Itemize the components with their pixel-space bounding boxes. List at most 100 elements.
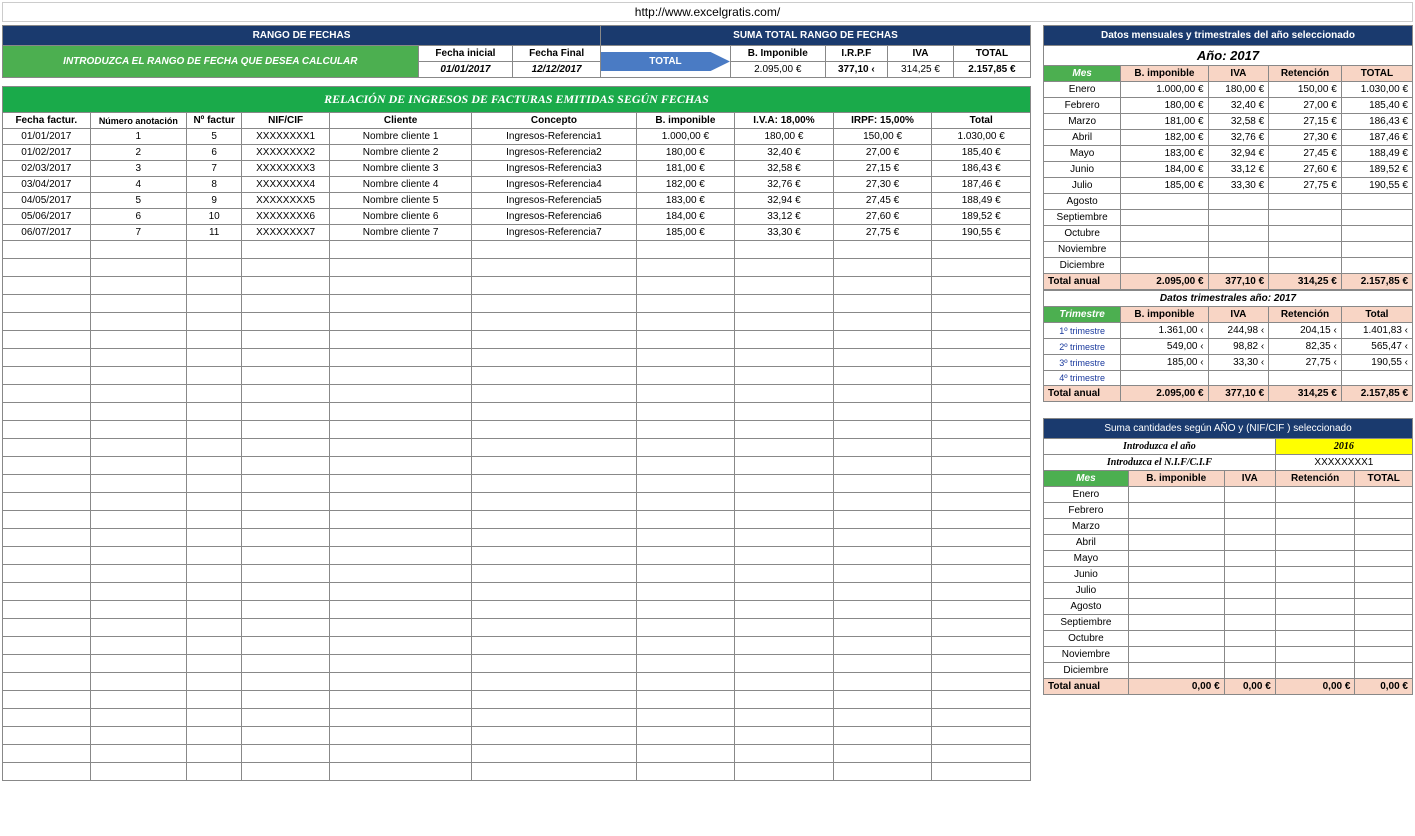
cell[interactable]: Nombre cliente 1 — [329, 129, 471, 145]
cell[interactable]: XXXXXXXX7 — [242, 225, 330, 241]
cell[interactable] — [1355, 615, 1413, 631]
cell[interactable] — [1128, 503, 1224, 519]
data-row[interactable]: Marzo181,00 €32,58 €27,15 €186,43 € — [1044, 114, 1413, 130]
cell[interactable]: Ingresos-Referencia3 — [472, 161, 636, 177]
cell[interactable] — [1208, 210, 1269, 226]
data-row[interactable]: Julio — [1044, 583, 1413, 599]
empty-row[interactable] — [3, 439, 1031, 457]
cell[interactable]: Junio — [1044, 162, 1121, 178]
cell[interactable]: 183,00 € — [1121, 146, 1208, 162]
data-row[interactable]: Diciembre — [1044, 258, 1413, 274]
cell[interactable]: 27,60 € — [1269, 162, 1342, 178]
cell[interactable]: 204,15 ‹ — [1269, 323, 1342, 339]
cell[interactable]: 3º trimestre — [1044, 355, 1121, 371]
data-row[interactable]: Agosto — [1044, 599, 1413, 615]
cell[interactable]: 27,30 € — [1269, 130, 1342, 146]
cell[interactable]: 186,43 € — [932, 161, 1031, 177]
cell[interactable] — [1355, 487, 1413, 503]
cell[interactable]: 1 — [90, 129, 186, 145]
cell[interactable] — [1224, 583, 1275, 599]
cell[interactable] — [1128, 663, 1224, 679]
cell[interactable] — [1355, 631, 1413, 647]
cell[interactable]: XXXXXXXX5 — [242, 193, 330, 209]
cell[interactable] — [1341, 210, 1412, 226]
empty-row[interactable] — [3, 349, 1031, 367]
cell[interactable]: 98,82 ‹ — [1208, 339, 1269, 355]
cell[interactable] — [1208, 194, 1269, 210]
empty-row[interactable] — [3, 673, 1031, 691]
cell[interactable] — [1208, 371, 1269, 386]
empty-row[interactable] — [3, 421, 1031, 439]
month-cell[interactable]: Diciembre — [1044, 663, 1129, 679]
empty-row[interactable] — [3, 601, 1031, 619]
empty-row[interactable] — [3, 745, 1031, 763]
empty-row[interactable] — [3, 529, 1031, 547]
cell[interactable]: Nombre cliente 4 — [329, 177, 471, 193]
cell[interactable] — [1269, 226, 1342, 242]
cell[interactable]: 32,94 € — [735, 193, 834, 209]
data-row[interactable]: Septiembre — [1044, 210, 1413, 226]
cell[interactable] — [1128, 551, 1224, 567]
cell[interactable] — [1224, 663, 1275, 679]
data-row[interactable]: 4º trimestre — [1044, 371, 1413, 386]
cell[interactable]: 06/07/2017 — [3, 225, 91, 241]
cell[interactable]: 1.401,83 ‹ — [1341, 323, 1412, 339]
data-row[interactable]: 3º trimestre185,00 ‹33,30 ‹27,75 ‹190,55… — [1044, 355, 1413, 371]
cell[interactable] — [1208, 242, 1269, 258]
cell[interactable] — [1275, 519, 1355, 535]
cell[interactable]: 05/06/2017 — [3, 209, 91, 225]
cell[interactable]: 1.000,00 € — [1121, 82, 1208, 98]
cell[interactable] — [1121, 194, 1208, 210]
empty-row[interactable] — [3, 313, 1031, 331]
cell[interactable]: Mayo — [1044, 146, 1121, 162]
cell[interactable]: 2º trimestre — [1044, 339, 1121, 355]
data-row[interactable]: Mayo — [1044, 551, 1413, 567]
nif-year-input[interactable]: 2016 — [1275, 439, 1412, 455]
cell[interactable]: Agosto — [1044, 194, 1121, 210]
data-row[interactable]: Enero1.000,00 €180,00 €150,00 €1.030,00 … — [1044, 82, 1413, 98]
cell[interactable]: 187,46 € — [932, 177, 1031, 193]
cell[interactable]: Ingresos-Referencia1 — [472, 129, 636, 145]
cell[interactable]: 27,60 € — [833, 209, 932, 225]
cell[interactable]: 180,00 € — [636, 145, 735, 161]
cell[interactable]: 184,00 € — [636, 209, 735, 225]
month-cell[interactable]: Septiembre — [1044, 615, 1129, 631]
empty-row[interactable] — [3, 637, 1031, 655]
data-row[interactable]: Mayo183,00 €32,94 €27,45 €188,49 € — [1044, 146, 1413, 162]
cell[interactable]: Ingresos-Referencia5 — [472, 193, 636, 209]
data-row[interactable]: Junio — [1044, 567, 1413, 583]
cell[interactable] — [1341, 226, 1412, 242]
cell[interactable] — [1355, 567, 1413, 583]
month-cell[interactable]: Octubre — [1044, 631, 1129, 647]
cell[interactable] — [1275, 583, 1355, 599]
cell[interactable]: 4 — [90, 177, 186, 193]
cell[interactable] — [1224, 599, 1275, 615]
empty-row[interactable] — [3, 763, 1031, 781]
cell[interactable]: Septiembre — [1044, 210, 1121, 226]
cell[interactable]: 4º trimestre — [1044, 371, 1121, 386]
table-row[interactable]: 02/03/201737XXXXXXXX3Nombre cliente 3Ing… — [3, 161, 1031, 177]
cell[interactable]: 190,55 € — [932, 225, 1031, 241]
cell[interactable] — [1269, 210, 1342, 226]
cell[interactable]: 182,00 € — [1121, 130, 1208, 146]
cell[interactable]: Marzo — [1044, 114, 1121, 130]
cell[interactable] — [1341, 371, 1412, 386]
data-row[interactable]: 2º trimestre549,00 ‹98,82 ‹82,35 ‹565,47… — [1044, 339, 1413, 355]
cell[interactable] — [1269, 258, 1342, 274]
cell[interactable]: 9 — [187, 193, 242, 209]
cell[interactable] — [1128, 647, 1224, 663]
cell[interactable] — [1121, 210, 1208, 226]
month-cell[interactable]: Marzo — [1044, 519, 1129, 535]
cell[interactable]: 188,49 € — [932, 193, 1031, 209]
cell[interactable]: Octubre — [1044, 226, 1121, 242]
cell[interactable]: 27,45 € — [1269, 146, 1342, 162]
cell[interactable]: XXXXXXXX1 — [242, 129, 330, 145]
cell[interactable]: 27,75 € — [833, 225, 932, 241]
cell[interactable]: XXXXXXXX6 — [242, 209, 330, 225]
table-row[interactable]: 05/06/2017610XXXXXXXX6Nombre cliente 6In… — [3, 209, 1031, 225]
cell[interactable]: 32,94 € — [1208, 146, 1269, 162]
cell[interactable] — [1269, 371, 1342, 386]
table-row[interactable]: 04/05/201759XXXXXXXX5Nombre cliente 5Ing… — [3, 193, 1031, 209]
cell[interactable] — [1121, 371, 1208, 386]
cell[interactable]: 549,00 ‹ — [1121, 339, 1208, 355]
